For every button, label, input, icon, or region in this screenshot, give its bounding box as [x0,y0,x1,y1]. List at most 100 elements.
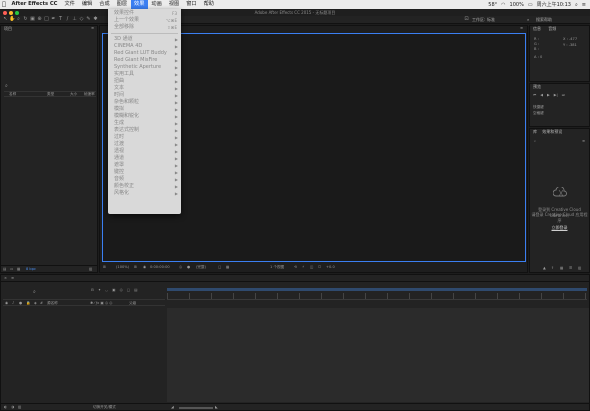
delete-icon[interactable]: ▥ [89,267,92,271]
apple-icon[interactable]:  [0,1,8,8]
library-delete-icon[interactable]: ▥ [578,266,581,270]
panel-menu-icon[interactable]: ≡ [91,26,94,30]
zoom-in-icon[interactable]: ◣ [215,405,218,409]
bpc-label[interactable]: 8 bpc [26,267,36,271]
search-help-input[interactable]: 搜索帮助 [536,17,552,23]
grid-toggle-icon[interactable]: ⊞ [134,265,137,269]
show-channel-icon[interactable]: ● [187,265,190,269]
first-frame-icon[interactable]: ⏮ [533,93,536,99]
cc-login-link[interactable]: 立即登录 [530,225,589,231]
search-help-icon[interactable]: ⌕ [527,17,529,22]
menu-item-transition[interactable]: 过渡 ▶ [108,141,181,148]
library-search-icon[interactable]: ⌕ [534,139,536,143]
menu-list-icon[interactable]: ≡ [582,2,586,8]
tab-audio[interactable]: 音频 [548,26,556,31]
menu-item-matte[interactable]: 遮罩 ▶ [108,162,181,169]
brainstorm-icon[interactable]: ▤ [134,288,137,294]
menu-item-remove-all[interactable]: 全部移除 ⇧⌘E [108,24,181,31]
menu-layer[interactable]: 图层 [113,0,130,9]
tab-lib[interactable]: 库 [533,129,537,134]
in-out-pane-icon[interactable]: ▥ [18,405,21,409]
wifi-icon[interactable]: ◠ [501,2,505,8]
shortcut-select[interactable]: 空格键 [533,111,544,116]
layer-number-col[interactable]: # [40,301,43,305]
zoom-tool-icon[interactable]: ⌕ [16,17,21,22]
menu-item-audio[interactable]: 音频 ▶ [108,176,181,183]
tab-effects-presets[interactable]: 效果和预设 [542,129,562,134]
menu-view[interactable]: 视图 [165,0,182,9]
col-rate[interactable]: 帧速率 [84,92,95,97]
menu-item-perspective[interactable]: 透视 ▶ [108,148,181,155]
menu-item-expression-controls[interactable]: 表达式控制 ▶ [108,127,181,134]
flowchart-icon[interactable]: ⎔ [318,265,321,269]
menu-item-last-effect[interactable]: 上一个效果 ⌥⌘E [108,17,181,24]
frame-blending-icon[interactable]: ▣ [112,288,115,294]
toggle-switches-modes[interactable]: 切换开关/模式 [93,405,116,410]
zoom-select[interactable]: (100%) [116,265,129,269]
rotate-tool-icon[interactable]: ↻ [23,17,28,22]
lock-toggle-icon[interactable]: 🔒 [26,301,30,305]
solo-toggle-icon[interactable]: ● [19,301,22,305]
source-name-col[interactable]: 源名称 [47,301,58,306]
label-col-icon[interactable]: ◈ [34,301,37,305]
exposure-value[interactable]: +0.0 [326,265,335,269]
audio-toggle-icon[interactable]: ♪ [12,301,14,305]
motion-blur-icon[interactable]: ◎ [120,288,123,294]
new-comp-icon[interactable]: ▦ [17,267,20,271]
battery-icon[interactable]: ▭ [528,2,533,8]
menu-item-keying[interactable]: 键控 ▶ [108,169,181,176]
menu-item-stylize[interactable]: 风格化 ▶ [108,190,181,197]
menu-app[interactable]: After Effects CC [8,0,61,9]
timeline-icon[interactable]: ◫ [310,265,313,269]
timeline-close-icon[interactable]: × [4,276,7,280]
last-frame-icon[interactable]: ⏭ [562,93,565,99]
comp-panel-menu-icon[interactable]: ≡ [520,26,523,30]
battery-percent[interactable]: 100% [510,2,524,8]
resolution-select[interactable]: (完整) [196,265,206,270]
menu-item-distort[interactable]: 扭曲 ▶ [108,78,181,85]
shy-layers-icon[interactable]: ◡ [105,288,108,294]
menu-item-red-giant-lut-buddy[interactable]: Red Giant LUT Buddy ▶ [108,50,181,57]
work-area-bar[interactable] [167,288,587,291]
current-timecode[interactable]: 0:00:00:00 [150,265,170,269]
menu-help[interactable]: 帮助 [200,0,217,9]
project-search-icon[interactable]: ⌕ [5,83,8,89]
menu-item-effect-controls[interactable]: 效果控件 F3 [108,10,181,17]
menu-edit[interactable]: 编辑 [78,0,95,9]
zoom-out-icon[interactable]: ◢ [171,405,174,409]
camera-tool-icon[interactable]: ▣ [30,17,35,22]
timeline-search-icon[interactable]: ⌕ [33,289,36,295]
graph-editor-icon[interactable]: ▢ [127,288,130,294]
menu-item-text[interactable]: 文本 ▶ [108,85,181,92]
snapshot-icon[interactable]: ◉ [143,265,146,269]
av-features-icon[interactable]: ◉ [5,301,8,305]
layer-switches-pane-icon[interactable]: ◐ [4,405,7,409]
prev-frame-icon[interactable]: ◀ [540,93,543,99]
col-name[interactable]: 名称 [9,92,16,97]
library-list-icon[interactable]: ☰ [569,266,572,270]
timeline-menu-icon[interactable]: ≡ [11,276,14,280]
reset-exposure-icon[interactable]: ⟲ [294,265,297,269]
magnification-icon[interactable]: ⊞ [103,265,106,269]
menu-composition[interactable]: 合成 [96,0,113,9]
play-icon[interactable]: ▶ [547,93,550,99]
menu-item-time[interactable]: 时间 ▶ [108,92,181,99]
fast-preview-icon[interactable]: ⚡ [302,265,305,269]
new-folder-icon[interactable]: ▭ [10,267,13,271]
modes-pane-icon[interactable]: ◑ [11,405,14,409]
menu-item-simulation[interactable]: 模拟 ▶ [108,106,181,113]
snapping-icon[interactable]: ⊡ [464,17,469,22]
library-add-icon[interactable]: ▲ [543,266,546,270]
switches-col-icon[interactable]: ✱ ⁄ ƒx ▣ ◎ ◎ [90,301,112,305]
zoom-slider[interactable] [179,407,213,409]
menu-item-3d-channel[interactable]: 3D 通道 ▶ [108,36,181,43]
library-upload-icon[interactable]: ⇪ [551,266,554,270]
comp-mini-flowchart-icon[interactable]: ⊟ [91,288,94,294]
menu-item-color-correction[interactable]: 颜色校正 ▶ [108,183,181,190]
search-icon[interactable]: ⌕ [575,2,578,8]
menu-animation[interactable]: 动画 [148,0,165,9]
hand-tool-icon[interactable]: ✋ [9,17,15,22]
menu-item-noise-grain[interactable]: 杂色和颗粒 ▶ [108,99,181,106]
next-frame-icon[interactable]: ▶| [554,93,558,99]
menu-item-cinema-4d[interactable]: CINEMA 4D ▶ [108,43,181,50]
